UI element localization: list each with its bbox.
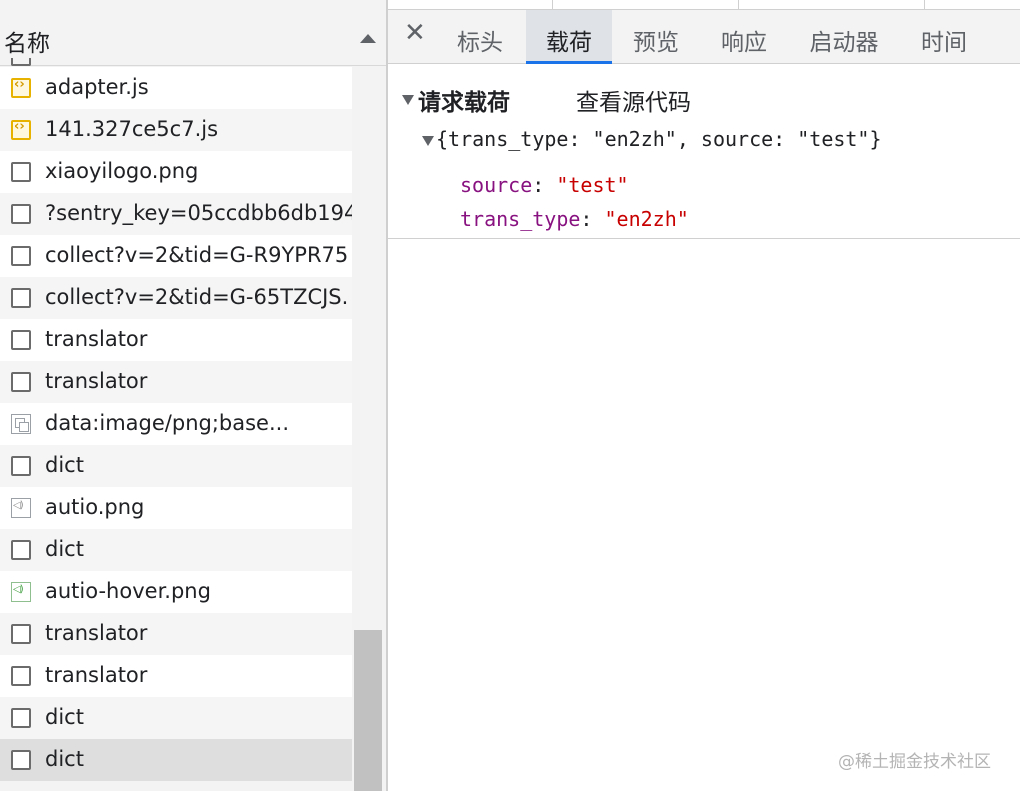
request-name: autio-hover.png — [45, 579, 211, 603]
request-row[interactable]: adapter.js — [0, 67, 352, 109]
document-icon — [11, 330, 31, 350]
request-row[interactable]: dict — [0, 529, 352, 571]
document-icon — [11, 666, 31, 686]
request-list-pane: 名称 adapter.js 141.327ce5c7.js xiaoyilogo.p… — [0, 0, 386, 791]
payload-section-title: 请求载荷 — [418, 90, 510, 116]
tab-response[interactable]: 响应 — [702, 10, 786, 64]
data-image-icon — [11, 414, 31, 434]
request-row[interactable]: collect?v=2&tid=G-R9YPR75 — [0, 235, 352, 277]
document-icon — [11, 750, 31, 770]
field-key: trans_type — [460, 207, 581, 231]
request-row[interactable]: autio-hover.png — [0, 571, 352, 613]
request-name: xiaoyilogo.png — [45, 159, 199, 183]
tab-payload[interactable]: 载荷 — [526, 10, 612, 64]
field-value: "en2zh" — [604, 207, 689, 231]
request-name: adapter.js — [45, 75, 149, 99]
document-icon — [11, 540, 31, 560]
js-file-icon — [11, 119, 31, 140]
request-row[interactable]: collect?v=2&tid=G-65TZCJS. — [0, 277, 352, 319]
request-name: ?sentry_key=05ccdbb6db194 — [45, 201, 352, 225]
request-row[interactable]: dict — [0, 445, 352, 487]
name-column-title: 名称 — [4, 31, 50, 57]
request-row[interactable]: ?sentry_key=05ccdbb6db194 — [0, 193, 352, 235]
document-icon — [11, 58, 31, 66]
request-name: translator — [45, 621, 148, 645]
tab-initiator[interactable]: 启动器 — [792, 10, 896, 64]
request-row[interactable]: translator — [0, 319, 352, 361]
sort-ascending-icon[interactable] — [360, 34, 376, 43]
request-name: dict — [45, 537, 84, 561]
payload-object-summary[interactable]: {trans_type: "en2zh", source: "test"} — [422, 127, 882, 151]
document-icon — [11, 708, 31, 728]
request-name: translator — [45, 663, 148, 687]
detail-tab-bar: ✕ 标头 载荷 预览 响应 启动器 时间 — [388, 10, 1020, 64]
request-row[interactable]: data:image/png;base... — [0, 403, 352, 445]
request-name: collect?v=2&tid=G-R9YPR75 — [45, 243, 349, 267]
payload-field: source: "test" — [460, 173, 629, 197]
request-name: dict — [45, 453, 84, 477]
tab-headers[interactable]: 标头 — [440, 10, 520, 64]
request-name: dict — [45, 747, 84, 771]
document-icon — [11, 288, 31, 308]
request-row[interactable]: dict — [0, 697, 352, 739]
request-row[interactable]: autio.png — [0, 487, 352, 529]
payload-section-header[interactable]: 请求载荷 — [402, 83, 510, 117]
js-file-icon — [11, 77, 31, 98]
request-row[interactable]: dict — [0, 739, 352, 781]
payload-field: trans_type: "en2zh" — [460, 207, 689, 231]
expand-triangle-icon[interactable] — [422, 135, 434, 146]
collapse-triangle-icon[interactable] — [402, 95, 414, 105]
document-icon — [11, 372, 31, 392]
view-source-link[interactable]: 查看源代码 — [576, 83, 691, 117]
watermark: @稀土掘金技术社区 — [838, 752, 991, 772]
request-name: dict — [45, 705, 84, 729]
request-payload-section: 请求载荷 查看源代码 {trans_type: "en2zh", source:… — [388, 65, 1020, 239]
document-icon — [11, 624, 31, 644]
column-divider — [924, 0, 925, 10]
document-icon — [11, 204, 31, 224]
request-name: data:image/png;base... — [45, 411, 289, 435]
request-name: autio.png — [45, 495, 145, 519]
tab-timing[interactable]: 时间 — [902, 10, 986, 64]
request-name: translator — [45, 369, 148, 393]
request-detail-panel: ✕ 标头 载荷 预览 响应 启动器 时间 请求载荷 查看源代码 {trans_t… — [388, 10, 1020, 791]
name-column-header[interactable]: 名称 — [0, 10, 386, 66]
request-name: translator — [45, 327, 148, 351]
close-icon[interactable]: ✕ — [404, 18, 426, 48]
request-rows: adapter.js 141.327ce5c7.js xiaoyilogo.png?… — [0, 67, 352, 781]
list-scrollbar-thumb[interactable] — [354, 630, 382, 791]
request-row[interactable]: translator — [0, 655, 352, 697]
request-row[interactable]: xiaoyilogo.png — [0, 151, 352, 193]
request-row[interactable]: translator — [0, 613, 352, 655]
request-row[interactable]: translator — [0, 361, 352, 403]
audio-image-icon — [11, 498, 31, 518]
request-name: 141.327ce5c7.js — [45, 117, 219, 141]
column-divider — [552, 0, 553, 10]
object-summary-text: {trans_type: "en2zh", source: "test"} — [436, 127, 882, 151]
field-value: "test" — [556, 173, 629, 197]
column-divider — [738, 0, 739, 10]
tab-preview[interactable]: 预览 — [614, 10, 698, 64]
document-icon — [11, 246, 31, 266]
request-name: collect?v=2&tid=G-65TZCJS. — [45, 285, 349, 309]
field-key: source — [460, 173, 533, 197]
request-row[interactable]: 141.327ce5c7.js — [0, 109, 352, 151]
audio-image-icon-green — [11, 582, 31, 602]
document-icon — [11, 162, 31, 182]
document-icon — [11, 456, 31, 476]
